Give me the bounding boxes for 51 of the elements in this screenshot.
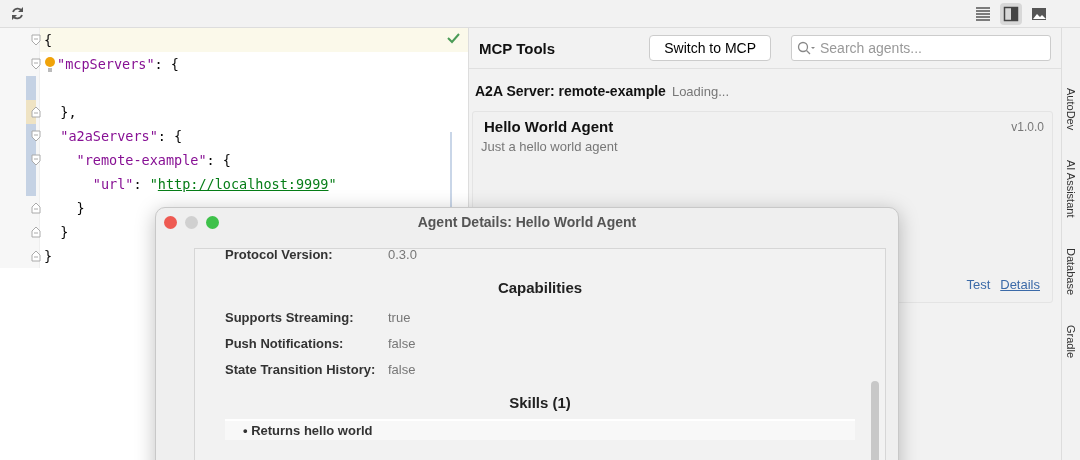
side-tab[interactable]: Database [1065, 247, 1077, 295]
search-icon[interactable] [797, 41, 815, 55]
fold-icon[interactable] [31, 226, 41, 238]
field-label: Protocol Version: [225, 249, 334, 262]
dialog-title: Agent Details: Hello World Agent [417, 214, 637, 230]
code-line: "remote-example": { [75, 152, 231, 168]
section-heading: Skills (1) [508, 394, 572, 411]
minimize-button[interactable] [185, 215, 198, 229]
field-label: Push Notifications: [225, 335, 345, 351]
field-label: Supports Streaming: [225, 309, 355, 325]
code-line: } [75, 200, 85, 216]
fold-icon[interactable] [31, 130, 41, 142]
panel-icon[interactable] [1000, 2, 1022, 25]
field-value: false [388, 335, 416, 351]
fold-icon[interactable] [31, 154, 41, 166]
server-name: A2A Server: remote-example [475, 83, 666, 99]
fold-icon[interactable] [31, 106, 41, 118]
fold-icon[interactable] [31, 58, 41, 70]
fold-icon[interactable] [31, 34, 41, 46]
agent-description: Just a hello world agent [480, 138, 619, 156]
side-tab[interactable]: AI Assistant [1065, 160, 1077, 218]
switch-button[interactable]: Switch to MCP [649, 35, 771, 61]
test-link[interactable]: Test [966, 277, 991, 292]
agent-version: v1.0.0 [1011, 119, 1044, 134]
check-icon [447, 32, 460, 44]
skill-item[interactable]: • Returns hello world [225, 419, 855, 440]
code-line: { [44, 32, 53, 48]
lightbulb-icon[interactable] [44, 56, 56, 72]
field-value: false [388, 361, 416, 377]
refresh-icon[interactable] [10, 6, 25, 21]
section-heading: Capabilities [496, 279, 584, 296]
field-label: State Transition History: [225, 361, 377, 377]
zoom-button[interactable] [206, 215, 219, 229]
details-link[interactable]: Details [1000, 277, 1040, 292]
code-line: }, [59, 104, 77, 120]
side-tab[interactable]: AutoDev [1065, 88, 1077, 131]
code-line: } [44, 248, 53, 264]
code-line: "mcpServers": { [57, 56, 179, 72]
server-status: Loading... [671, 84, 729, 99]
side-tab[interactable]: Gradle [1065, 324, 1077, 358]
fold-icon[interactable] [31, 202, 41, 214]
search-field[interactable]: Search agents... [791, 35, 1051, 61]
panel-title: MCP Tools [479, 39, 557, 57]
close-button[interactable] [164, 215, 177, 229]
field-value: true [388, 309, 411, 325]
code-line: "a2aServers": { [59, 128, 183, 144]
code-line: } [59, 224, 69, 240]
fold-icon[interactable] [31, 250, 41, 262]
field-value: 0.3.0 [388, 249, 417, 262]
agent-name: Hello World Agent [484, 118, 614, 135]
code-line: "url": "http://localhost:9999" [91, 176, 337, 192]
